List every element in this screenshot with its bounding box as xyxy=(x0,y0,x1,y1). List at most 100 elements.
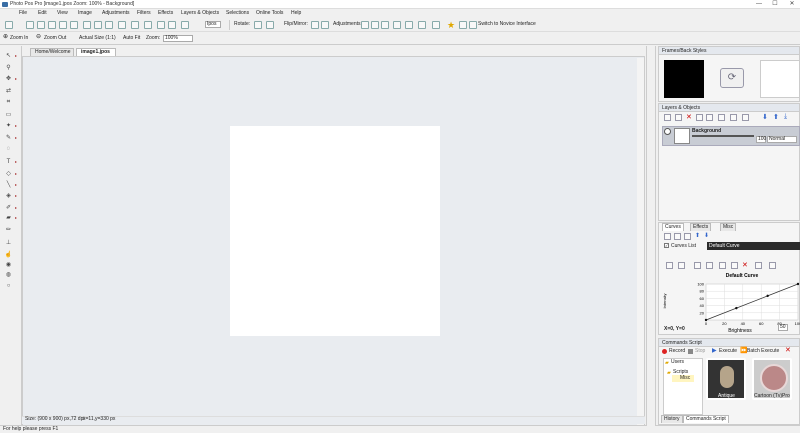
brush-tool-icon[interactable]: ✐ xyxy=(4,204,13,212)
lasso-tool-icon[interactable]: ◌ xyxy=(4,145,13,153)
stamp-tool-icon[interactable]: ⊥ xyxy=(4,239,13,247)
tool-arrow-icon[interactable]: ▸ xyxy=(15,122,19,130)
novice-icon[interactable] xyxy=(469,21,477,29)
resize-icon[interactable] xyxy=(131,21,139,29)
new-layer-icon[interactable] xyxy=(664,114,671,121)
format-select[interactable]: Ipos xyxy=(205,21,221,28)
layer-mask-icon[interactable] xyxy=(742,114,749,121)
effects-icon[interactable] xyxy=(459,21,467,29)
stop-button[interactable]: Stop xyxy=(695,348,705,355)
tool-arrow-icon[interactable]: ▸ xyxy=(15,192,19,200)
blur-tool-icon[interactable]: ◍ xyxy=(4,271,13,279)
line-tool-icon[interactable]: ╲ xyxy=(4,181,13,189)
curve-name-field[interactable]: Default Curve xyxy=(707,242,800,250)
copy-layer-icon[interactable] xyxy=(675,114,682,121)
red-eye-tool-icon[interactable]: ◉ xyxy=(4,261,13,269)
tab-image1[interactable]: image1.jpos xyxy=(76,48,116,56)
minimize-button[interactable]: — xyxy=(752,0,766,9)
opacity-slider[interactable] xyxy=(692,135,754,137)
cut-icon[interactable] xyxy=(83,21,91,29)
image-icon[interactable] xyxy=(181,21,189,29)
record-button[interactable]: Record xyxy=(669,348,685,355)
layer-lock-icon[interactable] xyxy=(718,114,725,121)
layer-props-icon[interactable] xyxy=(706,114,713,121)
tab-commands-script[interactable]: Commands Script xyxy=(683,415,729,423)
execute-button[interactable]: Execute xyxy=(719,348,737,355)
auto-fit-button[interactable]: Auto Fit xyxy=(123,35,140,42)
curve-settings-icon[interactable] xyxy=(694,262,701,269)
curve-up-icon[interactable]: ⬆ xyxy=(695,232,700,239)
zoom-out-button[interactable]: Zoom Out xyxy=(44,35,66,42)
contrast-icon[interactable] xyxy=(361,21,369,29)
save-icon[interactable] xyxy=(37,21,45,29)
tool-arrow-icon[interactable]: ▸ xyxy=(15,75,19,83)
tool-arrow-icon[interactable]: ▸ xyxy=(15,214,19,222)
zoom-in-icon[interactable]: ⊕ xyxy=(3,34,8,41)
new-file-icon[interactable] xyxy=(5,21,13,29)
copy-icon[interactable] xyxy=(94,21,102,29)
menu-view[interactable]: View xyxy=(57,10,68,17)
panel-splitter[interactable] xyxy=(646,46,656,426)
record-icon[interactable] xyxy=(662,349,667,354)
rotate-right-icon[interactable] xyxy=(266,21,274,29)
new-curve-icon[interactable] xyxy=(664,233,671,240)
save-curve-icon[interactable] xyxy=(674,233,681,240)
hue-icon[interactable] xyxy=(405,21,413,29)
tab-home-welcome[interactable]: Home/Welcome xyxy=(30,48,74,56)
curve-grid-icon[interactable] xyxy=(678,262,685,269)
rotate-left-icon[interactable] xyxy=(254,21,262,29)
select-icon[interactable] xyxy=(168,21,176,29)
switch-novice-button[interactable]: Switch to Novice Interface xyxy=(478,21,536,28)
menu-help[interactable]: Help xyxy=(291,10,301,17)
curve-down-icon[interactable]: ⬇ xyxy=(704,232,709,239)
crop-icon[interactable] xyxy=(118,21,126,29)
tool-arrow-icon[interactable]: ▸ xyxy=(15,158,19,166)
color-drop-icon[interactable] xyxy=(393,21,401,29)
tab-effects[interactable]: Effects xyxy=(690,223,712,231)
color-balance-icon[interactable] xyxy=(432,21,440,29)
zoom-out-icon[interactable]: ⊖ xyxy=(36,34,41,41)
stop-icon[interactable] xyxy=(688,349,693,354)
shape-tool-icon[interactable]: ◇ xyxy=(4,170,13,178)
undo-icon[interactable] xyxy=(59,21,67,29)
vertical-scrollbar[interactable] xyxy=(637,58,644,430)
curve-tool-icon[interactable] xyxy=(666,262,673,269)
flip-vertical-icon[interactable] xyxy=(321,21,329,29)
move-tool-icon[interactable]: ✥ xyxy=(4,75,13,83)
menu-layers-objects[interactable]: Layers & Objects xyxy=(181,10,219,17)
frame-preview-white[interactable] xyxy=(760,60,800,98)
pan-tool-icon[interactable]: ⇄ xyxy=(4,87,13,95)
star-icon[interactable]: ★ xyxy=(447,20,455,30)
execute-icon[interactable]: ▶ xyxy=(712,347,717,354)
smudge-tool-icon[interactable]: ☝ xyxy=(4,251,13,259)
zoom-tool-icon[interactable]: ⚲ xyxy=(4,64,13,72)
pointer-tool-icon[interactable]: ↖ xyxy=(4,52,13,60)
pencil-tool-icon[interactable]: ✏ xyxy=(4,226,13,234)
curves-icon[interactable] xyxy=(381,21,389,29)
ellipse-tool-icon[interactable]: ○ xyxy=(4,282,13,290)
eraser-tool-icon[interactable]: ▰ xyxy=(4,214,13,222)
zoom-in-button[interactable]: Zoom In xyxy=(10,35,28,42)
copy-curve-icon[interactable] xyxy=(684,233,691,240)
delete-layer-icon[interactable]: ✕ xyxy=(686,113,692,121)
flip-horizontal-icon[interactable] xyxy=(311,21,319,29)
saturation-icon[interactable] xyxy=(418,21,426,29)
crop-tool-icon[interactable]: ⌗ xyxy=(4,98,13,106)
zoom-select[interactable]: 100% xyxy=(163,35,193,42)
fill-tool-icon[interactable]: ◈ xyxy=(4,192,13,200)
curve-edit-icon[interactable] xyxy=(731,262,738,269)
cancel-icon[interactable]: ✕ xyxy=(785,346,791,354)
image-canvas[interactable] xyxy=(230,126,440,336)
menu-effects[interactable]: Effects xyxy=(158,10,173,17)
curve-reset-icon[interactable] xyxy=(755,262,762,269)
menu-edit[interactable]: Edit xyxy=(38,10,47,17)
menu-file[interactable]: File xyxy=(19,10,27,17)
canvas-icon[interactable] xyxy=(144,21,152,29)
text-tool-icon[interactable]: T xyxy=(4,158,13,166)
curve-add-icon[interactable] xyxy=(706,262,713,269)
menu-image[interactable]: Image xyxy=(78,10,92,17)
eye-icon[interactable] xyxy=(664,128,671,135)
menu-selections[interactable]: Selections xyxy=(226,10,249,17)
batch-execute-button[interactable]: Batch Execute xyxy=(747,348,779,355)
paste-icon[interactable] xyxy=(105,21,113,29)
